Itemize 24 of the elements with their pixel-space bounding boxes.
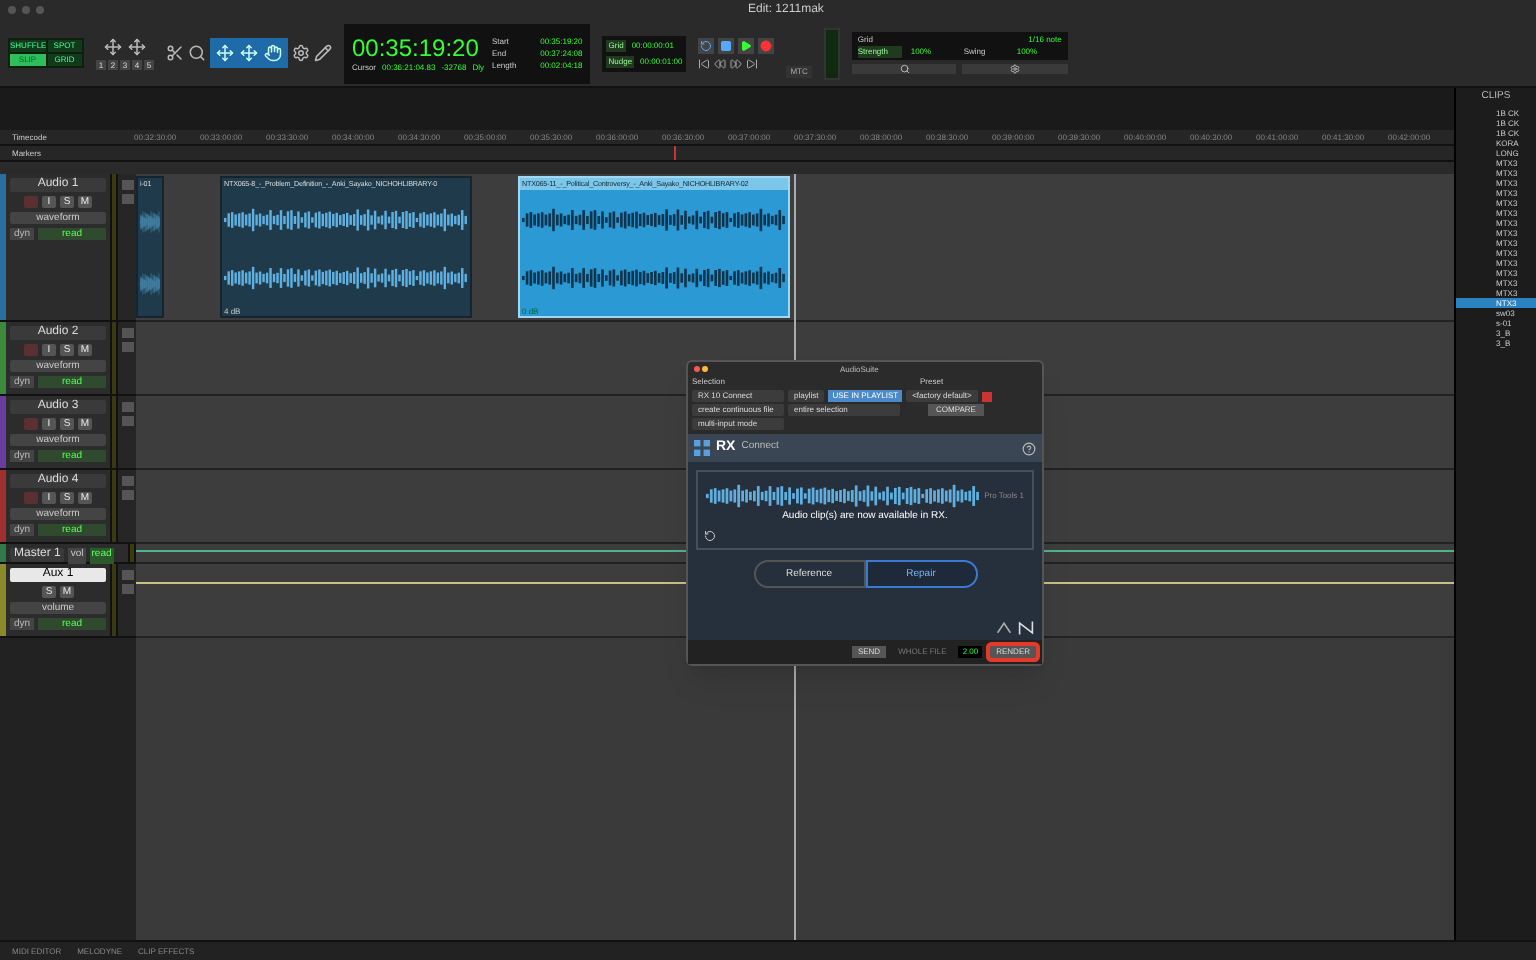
- skip-forward-icon[interactable]: [746, 57, 759, 69]
- quantize-button[interactable]: [851, 64, 957, 74]
- search-icon: [899, 64, 910, 74]
- help-icon[interactable]: [1022, 441, 1036, 455]
- skip-back-icon[interactable]: [698, 57, 711, 69]
- waveform-drawing: [140, 270, 160, 299]
- trim-tool-icon[interactable]: [166, 44, 184, 62]
- spinner-icon: [704, 530, 716, 542]
- fast-forward-icon[interactable]: [730, 57, 743, 69]
- settings-icon: [1010, 64, 1021, 74]
- marker-line: [674, 146, 676, 160]
- hand-icon[interactable]: [264, 44, 282, 62]
- loop-button[interactable]: [698, 37, 715, 53]
- waveform-drawing: [140, 207, 160, 236]
- stop-button[interactable]: [718, 37, 735, 53]
- master-meter: [823, 27, 840, 79]
- main-counter: 00:35:19:20: [352, 33, 481, 61]
- rewind-icon[interactable]: [714, 57, 727, 69]
- bypass-button[interactable]: [981, 391, 992, 401]
- play-button[interactable]: [738, 37, 755, 53]
- pencil-icon[interactable]: [314, 44, 332, 62]
- search-icon[interactable]: [188, 44, 206, 62]
- settings-button[interactable]: [962, 64, 1068, 74]
- record-button[interactable]: [758, 37, 775, 53]
